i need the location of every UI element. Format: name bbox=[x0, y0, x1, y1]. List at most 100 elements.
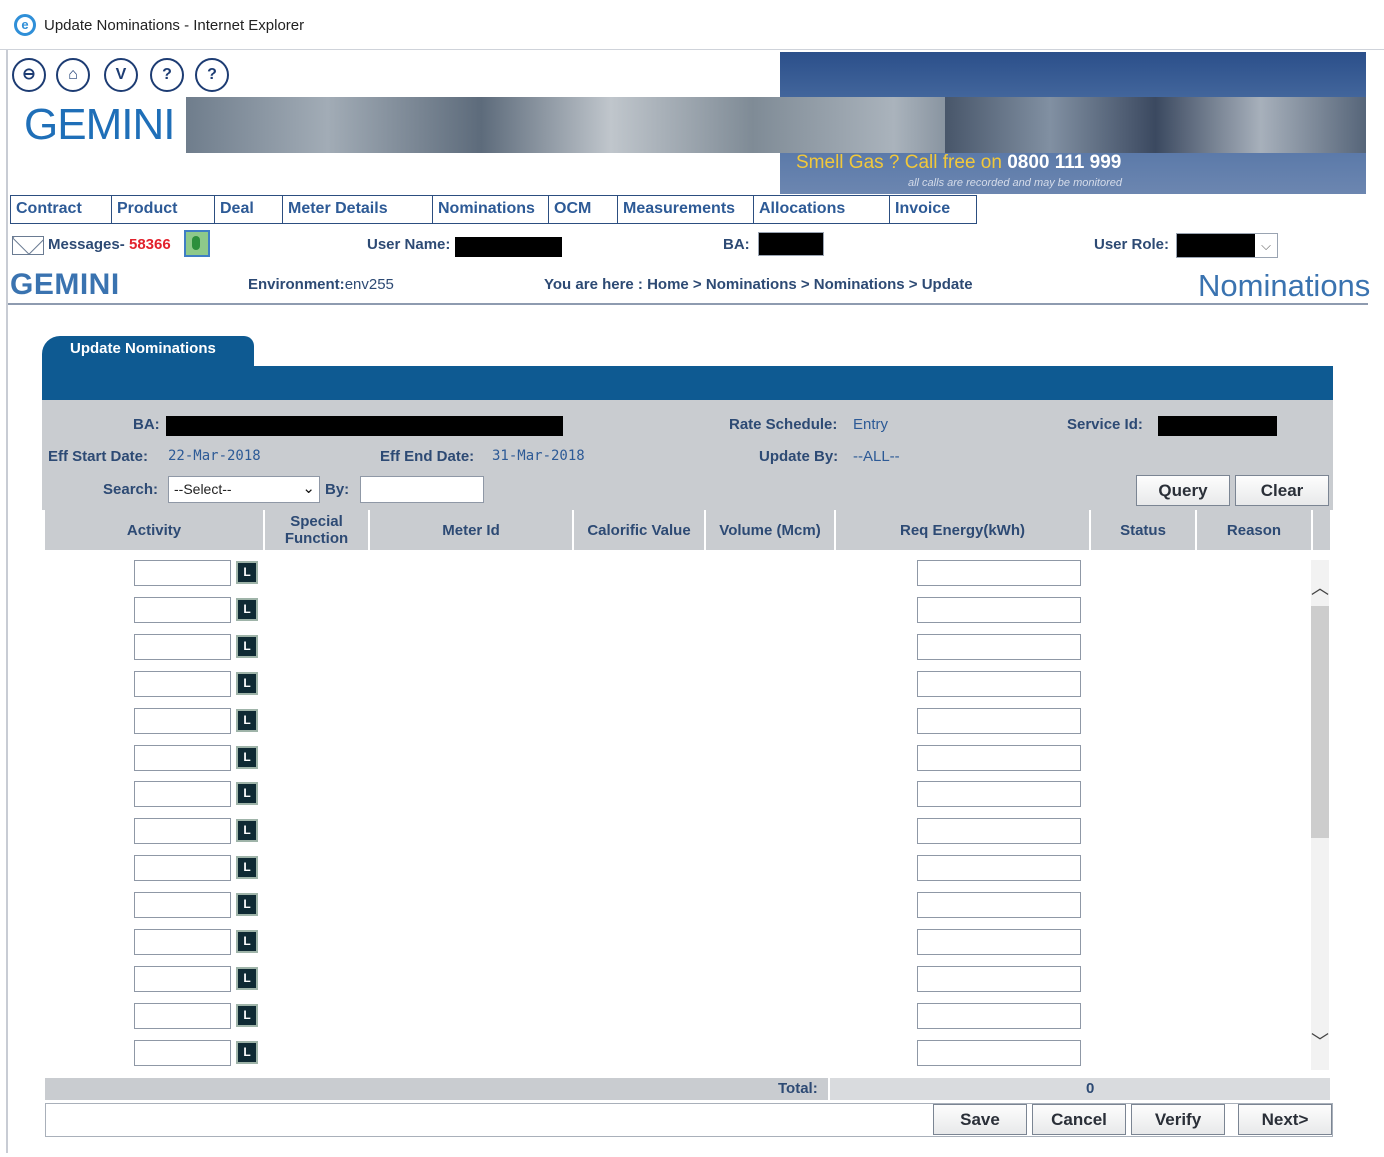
lookup-icon[interactable]: L bbox=[236, 709, 258, 732]
lookup-icon[interactable]: L bbox=[236, 746, 258, 769]
menu-allocations[interactable]: Allocations bbox=[753, 195, 889, 224]
col-activity: Activity bbox=[126, 521, 182, 539]
activity-input[interactable] bbox=[134, 818, 231, 844]
page-section-title: Nominations bbox=[1198, 268, 1371, 303]
activity-input[interactable] bbox=[134, 1040, 231, 1066]
version-icon[interactable]: V bbox=[104, 58, 138, 92]
service-id-label: Service Id: bbox=[1067, 416, 1143, 433]
rate-schedule-value: Entry bbox=[853, 416, 889, 433]
req-energy-input[interactable] bbox=[917, 892, 1081, 918]
panel-ba-redacted bbox=[166, 416, 563, 436]
gas-emergency-text: Smell Gas ? Call free on bbox=[796, 152, 1002, 173]
lookup-icon[interactable]: L bbox=[236, 893, 258, 916]
req-energy-input[interactable] bbox=[917, 634, 1081, 660]
req-energy-input[interactable] bbox=[917, 966, 1081, 992]
rate-schedule-label: Rate Schedule: bbox=[729, 416, 838, 433]
activity-input[interactable] bbox=[134, 929, 231, 955]
messages-count[interactable]: 58366 bbox=[129, 236, 171, 253]
activity-input[interactable] bbox=[134, 560, 231, 586]
req-energy-input[interactable] bbox=[917, 1040, 1081, 1066]
search-label: Search: bbox=[103, 481, 159, 498]
scroll-up-arrow-icon[interactable]: ︿ bbox=[1309, 574, 1331, 598]
lookup-icon[interactable]: L bbox=[236, 782, 258, 805]
col-special-function: Special Function bbox=[284, 513, 349, 547]
ba-select-redacted[interactable] bbox=[758, 232, 824, 256]
activity-input[interactable] bbox=[134, 855, 231, 881]
lookup-icon[interactable]: L bbox=[236, 1041, 258, 1064]
activity-input[interactable] bbox=[134, 781, 231, 807]
user-role-select[interactable]: ⌵ bbox=[1176, 233, 1278, 258]
col-status: Status bbox=[1120, 521, 1166, 539]
service-id-redacted bbox=[1158, 416, 1277, 436]
banner-note: all calls are recorded and may be monito… bbox=[908, 177, 1123, 189]
by-input[interactable] bbox=[360, 476, 484, 503]
lookup-icon[interactable]: L bbox=[236, 819, 258, 842]
req-energy-input[interactable] bbox=[917, 597, 1081, 623]
tab-update-nominations[interactable]: Update Nominations bbox=[42, 336, 254, 372]
banner-photo-strip-right bbox=[945, 97, 1366, 153]
req-energy-input[interactable] bbox=[917, 1003, 1081, 1029]
lookup-icon[interactable]: L bbox=[236, 967, 258, 990]
menu-nominations[interactable]: Nominations bbox=[432, 195, 548, 224]
help-icon[interactable]: ? bbox=[150, 58, 184, 92]
menu-meter-details[interactable]: Meter Details bbox=[282, 195, 432, 224]
lookup-icon[interactable]: L bbox=[236, 672, 258, 695]
col-req-energy: Req Energy(kWh) bbox=[899, 521, 1025, 539]
eff-end-label: Eff End Date: bbox=[380, 448, 475, 465]
menu-deal[interactable]: Deal bbox=[214, 195, 282, 224]
lookup-icon-glyph: L bbox=[238, 563, 256, 582]
menu-ocm[interactable]: OCM bbox=[548, 195, 617, 224]
lookup-icon[interactable]: L bbox=[236, 561, 258, 584]
lookup-icon-glyph: L bbox=[238, 784, 256, 803]
lookup-icon[interactable]: L bbox=[236, 856, 258, 879]
lookup-icon[interactable]: L bbox=[236, 1004, 258, 1027]
messages-label[interactable]: Messages- bbox=[48, 236, 125, 253]
req-energy-input[interactable] bbox=[917, 708, 1081, 734]
activity-input[interactable] bbox=[134, 1003, 231, 1029]
activity-input[interactable] bbox=[134, 634, 231, 660]
info-help-icon[interactable]: ? bbox=[195, 58, 229, 92]
req-energy-input[interactable] bbox=[917, 745, 1081, 771]
req-energy-input[interactable] bbox=[917, 781, 1081, 807]
total-label: Total: bbox=[778, 1080, 818, 1097]
menu-invoice[interactable]: Invoice bbox=[889, 195, 977, 224]
save-button[interactable]: Save bbox=[933, 1104, 1027, 1135]
lookup-icon[interactable]: L bbox=[236, 598, 258, 621]
search-select[interactable]: --Select-- ⌄ bbox=[168, 476, 320, 503]
mail-icon[interactable] bbox=[12, 236, 44, 255]
scrollbar-thumb[interactable] bbox=[1311, 606, 1329, 838]
activity-input[interactable] bbox=[134, 708, 231, 734]
lookup-icon-glyph: L bbox=[238, 858, 256, 877]
scroll-down-arrow-icon[interactable]: ﹀ bbox=[1309, 1028, 1331, 1052]
cancel-button[interactable]: Cancel bbox=[1032, 1104, 1126, 1135]
activity-input[interactable] bbox=[134, 671, 231, 697]
req-energy-input[interactable] bbox=[917, 929, 1081, 955]
home-icon[interactable]: ⌂ bbox=[56, 58, 90, 92]
activity-input[interactable] bbox=[134, 597, 231, 623]
clear-button[interactable]: Clear bbox=[1235, 475, 1329, 506]
messages-refresh-icon[interactable] bbox=[184, 230, 210, 257]
req-energy-input[interactable] bbox=[917, 818, 1081, 844]
col-calorific-value: Calorific Value bbox=[587, 521, 691, 539]
lookup-icon-glyph: L bbox=[238, 821, 256, 840]
menu-measurements[interactable]: Measurements bbox=[617, 195, 753, 224]
gas-emergency-notice: Smell Gas ? Call free on 0800 111 999 bbox=[796, 152, 1121, 174]
activity-input[interactable] bbox=[134, 966, 231, 992]
activity-input[interactable] bbox=[134, 745, 231, 771]
activity-input[interactable] bbox=[134, 892, 231, 918]
menu-contract[interactable]: Contract bbox=[10, 195, 111, 224]
lookup-icon[interactable]: L bbox=[236, 635, 258, 658]
query-button[interactable]: Query bbox=[1136, 475, 1230, 506]
print-icon[interactable]: ⊖ bbox=[12, 58, 46, 92]
req-energy-input[interactable] bbox=[917, 855, 1081, 881]
verify-button[interactable]: Verify bbox=[1131, 1104, 1225, 1135]
req-energy-input[interactable] bbox=[917, 671, 1081, 697]
next-button[interactable]: Next> bbox=[1238, 1104, 1332, 1135]
lookup-icon-glyph: L bbox=[238, 637, 256, 656]
user-name-label: User Name: bbox=[367, 236, 451, 253]
menu-product[interactable]: Product bbox=[111, 195, 214, 224]
req-energy-input[interactable] bbox=[917, 560, 1081, 586]
lookup-icon[interactable]: L bbox=[236, 930, 258, 953]
environment-info: Environment:env255 bbox=[248, 276, 394, 293]
eff-start-value: 22-Mar-2018 bbox=[168, 448, 261, 464]
